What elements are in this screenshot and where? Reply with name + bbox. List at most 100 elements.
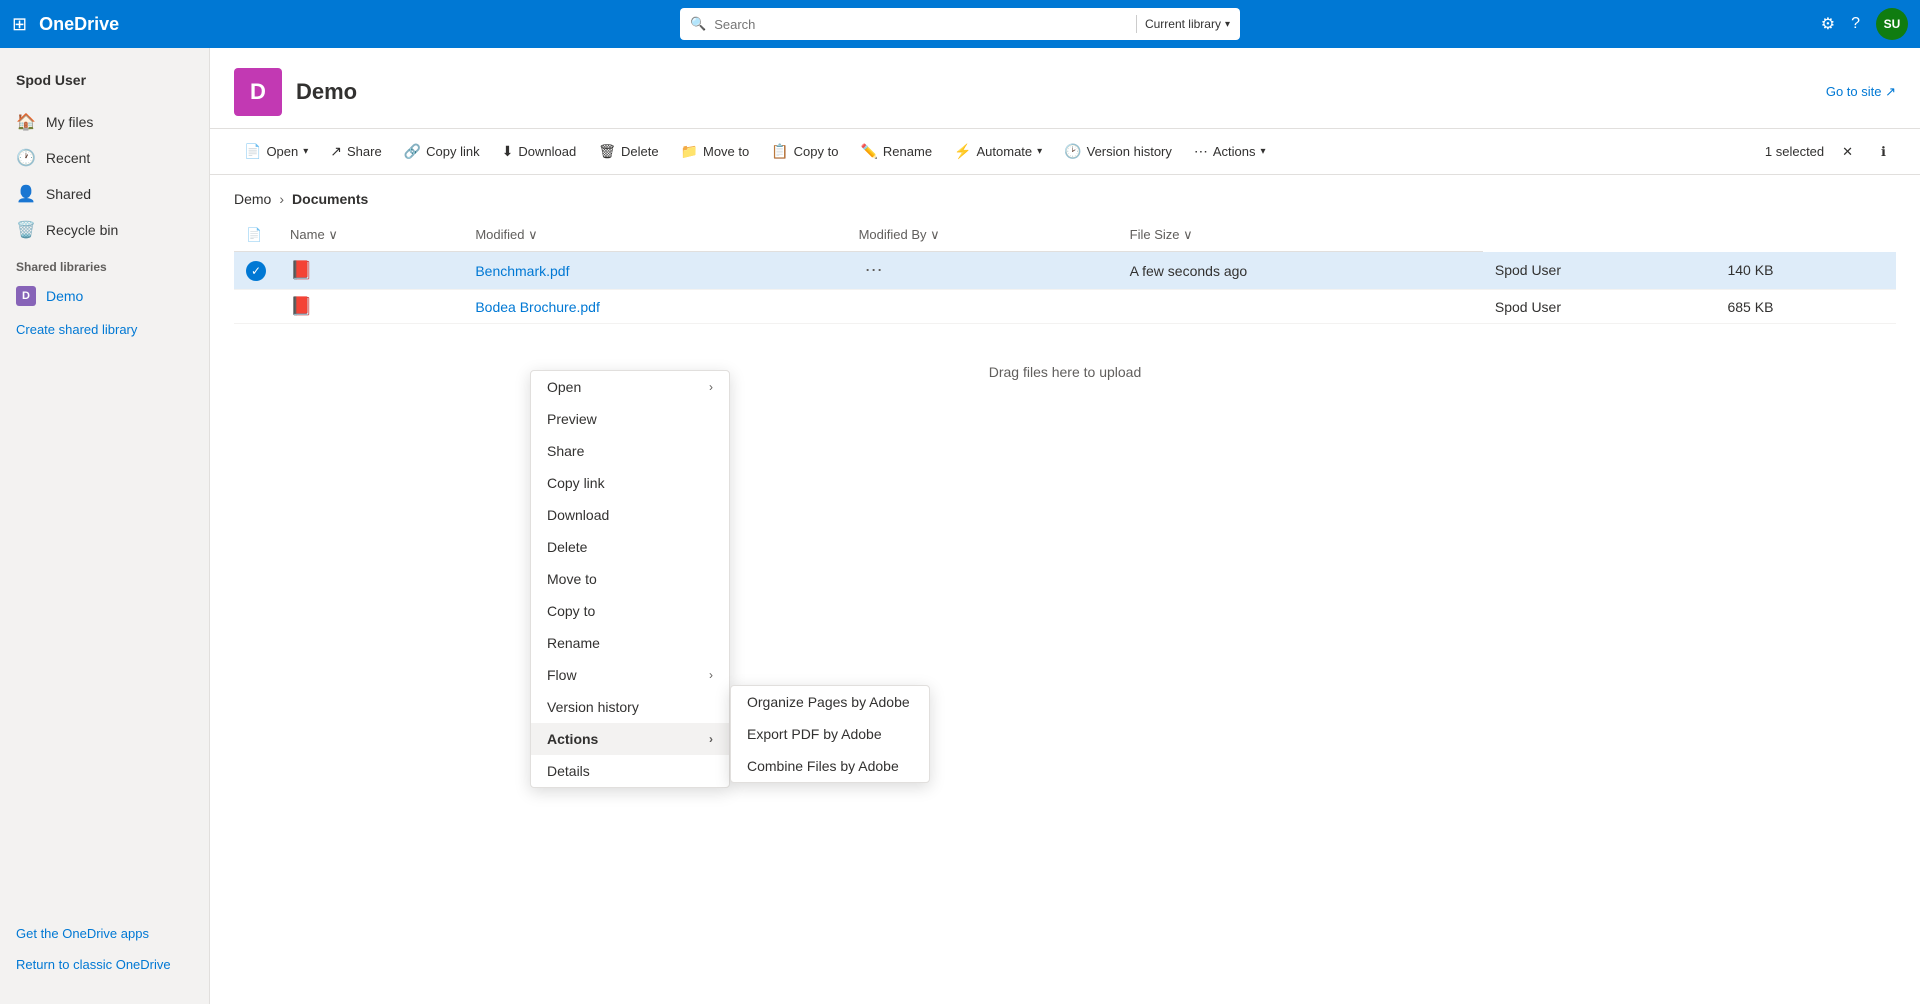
actions-icon: ⋯ xyxy=(1194,143,1208,160)
breadcrumb-current: Documents xyxy=(292,191,368,207)
row-file-size-2: 685 KB xyxy=(1715,290,1896,324)
toolbar-right: 1 selected ✕ ℹ xyxy=(1765,138,1896,166)
breadcrumb-root[interactable]: Demo xyxy=(234,191,271,207)
share-icon: ↗ xyxy=(330,143,342,160)
row-name-2[interactable]: Bodea Brochure.pdf xyxy=(463,290,846,324)
pdf-icon-2: 📕 xyxy=(290,296,312,316)
info-button[interactable]: ℹ xyxy=(1871,138,1896,166)
settings-button[interactable]: ⚙ xyxy=(1821,14,1835,34)
layout: Spod User 🏠 My files 🕐 Recent 👤 Shared 🗑… xyxy=(0,48,1920,1004)
row-checkbox-2[interactable] xyxy=(234,290,278,324)
sidebar-item-label-recycle-bin: Recycle bin xyxy=(46,222,118,238)
ctx-actions-arrow: › xyxy=(709,732,713,746)
avatar[interactable]: SU xyxy=(1876,8,1908,40)
move-to-button[interactable]: 📁 Move to xyxy=(671,137,760,166)
recycle-bin-icon: 🗑️ xyxy=(16,220,36,240)
shared-libraries-header: Shared libraries xyxy=(0,248,209,278)
breadcrumb: Demo › Documents xyxy=(210,175,1920,219)
submenu-organize-pages[interactable]: Organize Pages by Adobe xyxy=(731,686,929,718)
search-input[interactable] xyxy=(714,17,1128,32)
col-checkbox[interactable]: 📄 xyxy=(234,219,278,252)
sidebar-item-my-files[interactable]: 🏠 My files xyxy=(0,104,209,140)
col-file-size[interactable]: File Size ∨ xyxy=(1118,219,1483,252)
submenu-export-pdf[interactable]: Export PDF by Adobe xyxy=(731,718,929,750)
rename-button[interactable]: ✏️ Rename xyxy=(850,137,942,166)
version-history-icon: 🕑 xyxy=(1064,143,1081,160)
table-row[interactable]: 📕 Bodea Brochure.pdf Spod User 685 KB xyxy=(234,290,1896,324)
sidebar-item-demo[interactable]: D Demo xyxy=(0,278,209,314)
automate-icon: ⚡ xyxy=(954,143,971,160)
ctx-open[interactable]: Open › xyxy=(531,371,729,403)
row-more-2[interactable] xyxy=(847,290,1118,324)
ctx-flow-arrow: › xyxy=(709,668,713,682)
row-name-1[interactable]: Benchmark.pdf xyxy=(463,252,846,290)
sidebar-item-recent[interactable]: 🕐 Recent xyxy=(0,140,209,176)
submenu-combine-files[interactable]: Combine Files by Adobe xyxy=(731,750,929,782)
get-onedrive-apps-link[interactable]: Get the OneDrive apps xyxy=(0,918,209,949)
ctx-copy-to[interactable]: Copy to xyxy=(531,595,729,627)
search-divider xyxy=(1136,15,1137,33)
rename-icon: ✏️ xyxy=(860,143,877,160)
library-header-left: D Demo xyxy=(234,68,357,116)
grid-icon[interactable]: ⊞ xyxy=(12,14,27,35)
open-button[interactable]: 📄 Open ▾ xyxy=(234,137,318,166)
download-icon: ⬇ xyxy=(502,143,514,160)
return-classic-link[interactable]: Return to classic OneDrive xyxy=(0,949,209,980)
col-name[interactable]: Name ∨ xyxy=(278,219,463,252)
file-name-2[interactable]: Bodea Brochure.pdf xyxy=(475,299,600,315)
create-shared-library-link[interactable]: Create shared library xyxy=(0,314,209,345)
share-button[interactable]: ↗ Share xyxy=(320,137,391,166)
col-modified-by[interactable]: Modified By ∨ xyxy=(847,219,1118,252)
close-selection-button[interactable]: ✕ xyxy=(1832,138,1863,166)
ctx-preview[interactable]: Preview xyxy=(531,403,729,435)
delete-icon: 🗑 xyxy=(598,143,616,160)
ctx-delete[interactable]: Delete xyxy=(531,531,729,563)
goto-site-link[interactable]: Go to site ↗ xyxy=(1826,84,1896,100)
ctx-details[interactable]: Details xyxy=(531,755,729,787)
download-button[interactable]: ⬇ Download xyxy=(492,137,587,166)
recent-icon: 🕐 xyxy=(16,148,36,168)
file-icon-header: 📄 xyxy=(246,227,262,242)
sidebar-bottom: Get the OneDrive apps Return to classic … xyxy=(0,918,209,988)
demo-library-icon: D xyxy=(16,286,36,306)
sidebar-user: Spod User xyxy=(0,64,209,104)
search-icon: 🔍 xyxy=(690,16,706,32)
sidebar: Spod User 🏠 My files 🕐 Recent 👤 Shared 🗑… xyxy=(0,48,210,1004)
library-header: D Demo Go to site ↗ xyxy=(210,48,1920,129)
automate-button[interactable]: ⚡ Automate ▾ xyxy=(944,137,1052,166)
drag-drop-text: Drag files here to upload xyxy=(234,324,1896,420)
file-name-1[interactable]: Benchmark.pdf xyxy=(475,263,569,279)
ctx-download[interactable]: Download xyxy=(531,499,729,531)
ctx-flow[interactable]: Flow › xyxy=(531,659,729,691)
row-more-1[interactable]: ⋯ xyxy=(847,252,1118,290)
ctx-move-to[interactable]: Move to xyxy=(531,563,729,595)
sidebar-item-shared[interactable]: 👤 Shared xyxy=(0,176,209,212)
ctx-rename[interactable]: Rename xyxy=(531,627,729,659)
ctx-actions[interactable]: Actions › xyxy=(531,723,729,755)
delete-button[interactable]: 🗑 Delete xyxy=(588,137,668,166)
copy-link-button[interactable]: 🔗 Copy link xyxy=(394,137,490,166)
selected-count-badge: 1 selected xyxy=(1765,144,1824,159)
ctx-version-history[interactable]: Version history xyxy=(531,691,729,723)
help-button[interactable]: ? xyxy=(1851,15,1860,33)
actions-submenu: Organize Pages by Adobe Export PDF by Ad… xyxy=(730,685,930,783)
copy-link-icon: 🔗 xyxy=(404,143,421,160)
row-checkbox-1[interactable]: ✓ xyxy=(234,252,278,290)
file-list: 📄 Name ∨ Modified ∨ Modified By ∨ File xyxy=(210,219,1920,1004)
ctx-copy-link[interactable]: Copy link xyxy=(531,467,729,499)
table-row[interactable]: ✓ 📕 Benchmark.pdf ⋯ A few seconds ago Sp… xyxy=(234,252,1896,290)
search-scope[interactable]: Current library ▾ xyxy=(1145,17,1230,31)
move-to-icon: 📁 xyxy=(681,143,698,160)
copy-to-button[interactable]: 📋 Copy to xyxy=(761,137,848,166)
col-modified[interactable]: Modified ∨ xyxy=(463,219,846,252)
more-button-1[interactable]: ⋯ xyxy=(859,258,889,283)
actions-button[interactable]: ⋯ Actions ▾ xyxy=(1184,137,1276,166)
ctx-share[interactable]: Share xyxy=(531,435,729,467)
sidebar-item-recycle-bin[interactable]: 🗑️ Recycle bin xyxy=(0,212,209,248)
row-modified-2 xyxy=(1118,290,1483,324)
top-nav: ⊞ OneDrive 🔍 Current library ▾ ⚙ ? SU xyxy=(0,0,1920,48)
check-mark-1: ✓ xyxy=(246,261,266,281)
file-table-body: ✓ 📕 Benchmark.pdf ⋯ A few seconds ago Sp… xyxy=(234,252,1896,324)
main-content: D Demo Go to site ↗ 📄 Open ▾ ↗ Share 🔗 C… xyxy=(210,48,1920,1004)
version-history-button[interactable]: 🕑 Version history xyxy=(1054,137,1182,166)
